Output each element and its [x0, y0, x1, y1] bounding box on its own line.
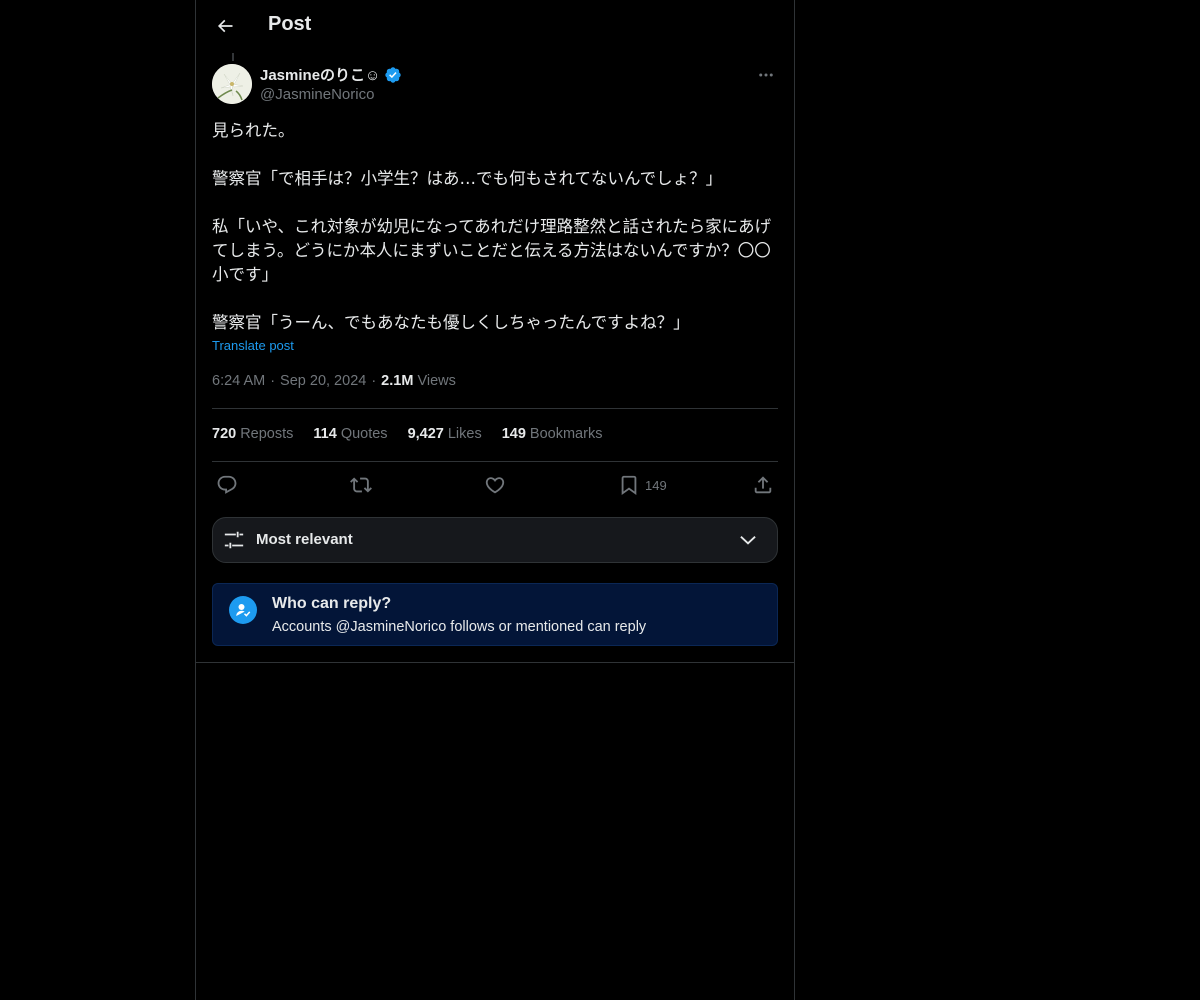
post-paragraph — [212, 287, 778, 311]
repost-icon — [350, 477, 372, 493]
post-text: 見られた。 警察官「で相手は？小学生？はあ…でも何もされてないんでしょ？」 私「… — [212, 119, 778, 335]
meta-separator: · — [371, 373, 377, 389]
repost-button[interactable] — [350, 472, 372, 498]
avatar-lily-image — [212, 64, 252, 104]
action-bar: 149 — [212, 472, 778, 498]
views[interactable]: 2.1M Views — [381, 373, 456, 389]
primary-column: Post Jasmineのりこ☺ @JasmineNorico 見られた。 警察… — [195, 0, 795, 1000]
post-paragraph: 見られた。 — [212, 121, 295, 140]
post-paragraph — [212, 191, 778, 215]
reply-notice-title: Who can reply? — [272, 595, 392, 612]
reposts-stat[interactable]: 720 Reposts — [212, 426, 293, 442]
author-name[interactable]: Jasmineのりこ☺ — [260, 64, 380, 85]
more-options-button[interactable] — [754, 64, 778, 86]
section-divider — [196, 662, 794, 663]
divider — [212, 408, 778, 409]
views-label: Views — [417, 373, 456, 389]
page-header: Post — [196, 0, 794, 53]
likes-stat[interactable]: 9,427 Likes — [408, 426, 482, 442]
bookmarks-label: Bookmarks — [529, 426, 603, 442]
sort-label: Most relevant — [256, 531, 353, 548]
reply-button[interactable] — [216, 472, 238, 498]
post-paragraph — [212, 143, 778, 167]
post-paragraph: 警察官「うーん、でもあなたも優しくしちゃったんですよね？」 — [212, 313, 690, 332]
post-stats: 720 Reposts 114 Quotes 9,427 Likes 149 Bookm… — [212, 426, 602, 442]
reply-notice-subtitle: Accounts @JasmineNorico follows or menti… — [272, 619, 647, 635]
author-handle[interactable]: @JasmineNorico — [260, 86, 402, 103]
views-count: 2.1M — [381, 373, 414, 389]
verified-badge-icon[interactable] — [384, 66, 402, 84]
post-time[interactable]: 6:24 AM — [212, 373, 265, 389]
bookmark-icon — [621, 475, 637, 496]
post-paragraph: 警察官「で相手は？小学生？はあ…でも何もされてないんでしょ？」 — [212, 169, 723, 188]
author-block: Jasmineのりこ☺ @JasmineNorico — [260, 64, 402, 103]
avatar[interactable] — [212, 64, 252, 104]
bookmark-count: 149 — [645, 477, 667, 493]
bookmark-button[interactable]: 149 — [618, 472, 667, 498]
like-button[interactable] — [484, 472, 506, 498]
sliders-icon — [224, 531, 244, 549]
share-button[interactable] — [752, 472, 774, 498]
likes-label: Likes — [447, 426, 482, 442]
back-button[interactable] — [208, 9, 242, 43]
thread-connector-line — [232, 53, 234, 61]
meta-separator: · — [270, 373, 276, 389]
translate-post-link[interactable]: Translate post — [212, 338, 294, 353]
quotes-count: 114 — [313, 426, 337, 442]
bookmarks-count: 149 — [501, 426, 526, 442]
post-meta: 6:24 AM · Sep 20, 2024 · 2.1M Views — [212, 373, 456, 389]
share-icon — [754, 476, 772, 494]
more-dots-icon — [759, 73, 773, 77]
arrow-left-icon — [217, 19, 233, 33]
reply-sort-dropdown[interactable]: Most relevant — [212, 517, 778, 563]
author-name-row: Jasmineのりこ☺ — [260, 64, 402, 85]
who-can-reply-notice: Who can reply? Accounts @JasmineNorico f… — [212, 583, 778, 646]
quotes-label: Quotes — [340, 426, 388, 442]
likes-count: 9,427 — [407, 426, 444, 442]
reposts-count: 720 — [212, 426, 237, 442]
chevron-down-icon — [740, 535, 756, 545]
reply-restriction-icon — [229, 596, 257, 624]
post-paragraph: 私「いや、これ対象が幼児になってあれだけ理路整然と話されたら家にあげてしまう。ど… — [212, 217, 772, 284]
heart-icon — [485, 477, 505, 494]
post-date[interactable]: Sep 20, 2024 — [280, 373, 366, 389]
page-title: Post — [268, 13, 312, 35]
reply-icon — [217, 475, 237, 494]
user-check-icon — [236, 604, 251, 617]
bookmarks-stat[interactable]: 149 Bookmarks — [502, 426, 603, 442]
reposts-label: Reposts — [240, 426, 294, 442]
divider — [212, 461, 778, 462]
quotes-stat[interactable]: 114 Quotes — [313, 426, 387, 442]
